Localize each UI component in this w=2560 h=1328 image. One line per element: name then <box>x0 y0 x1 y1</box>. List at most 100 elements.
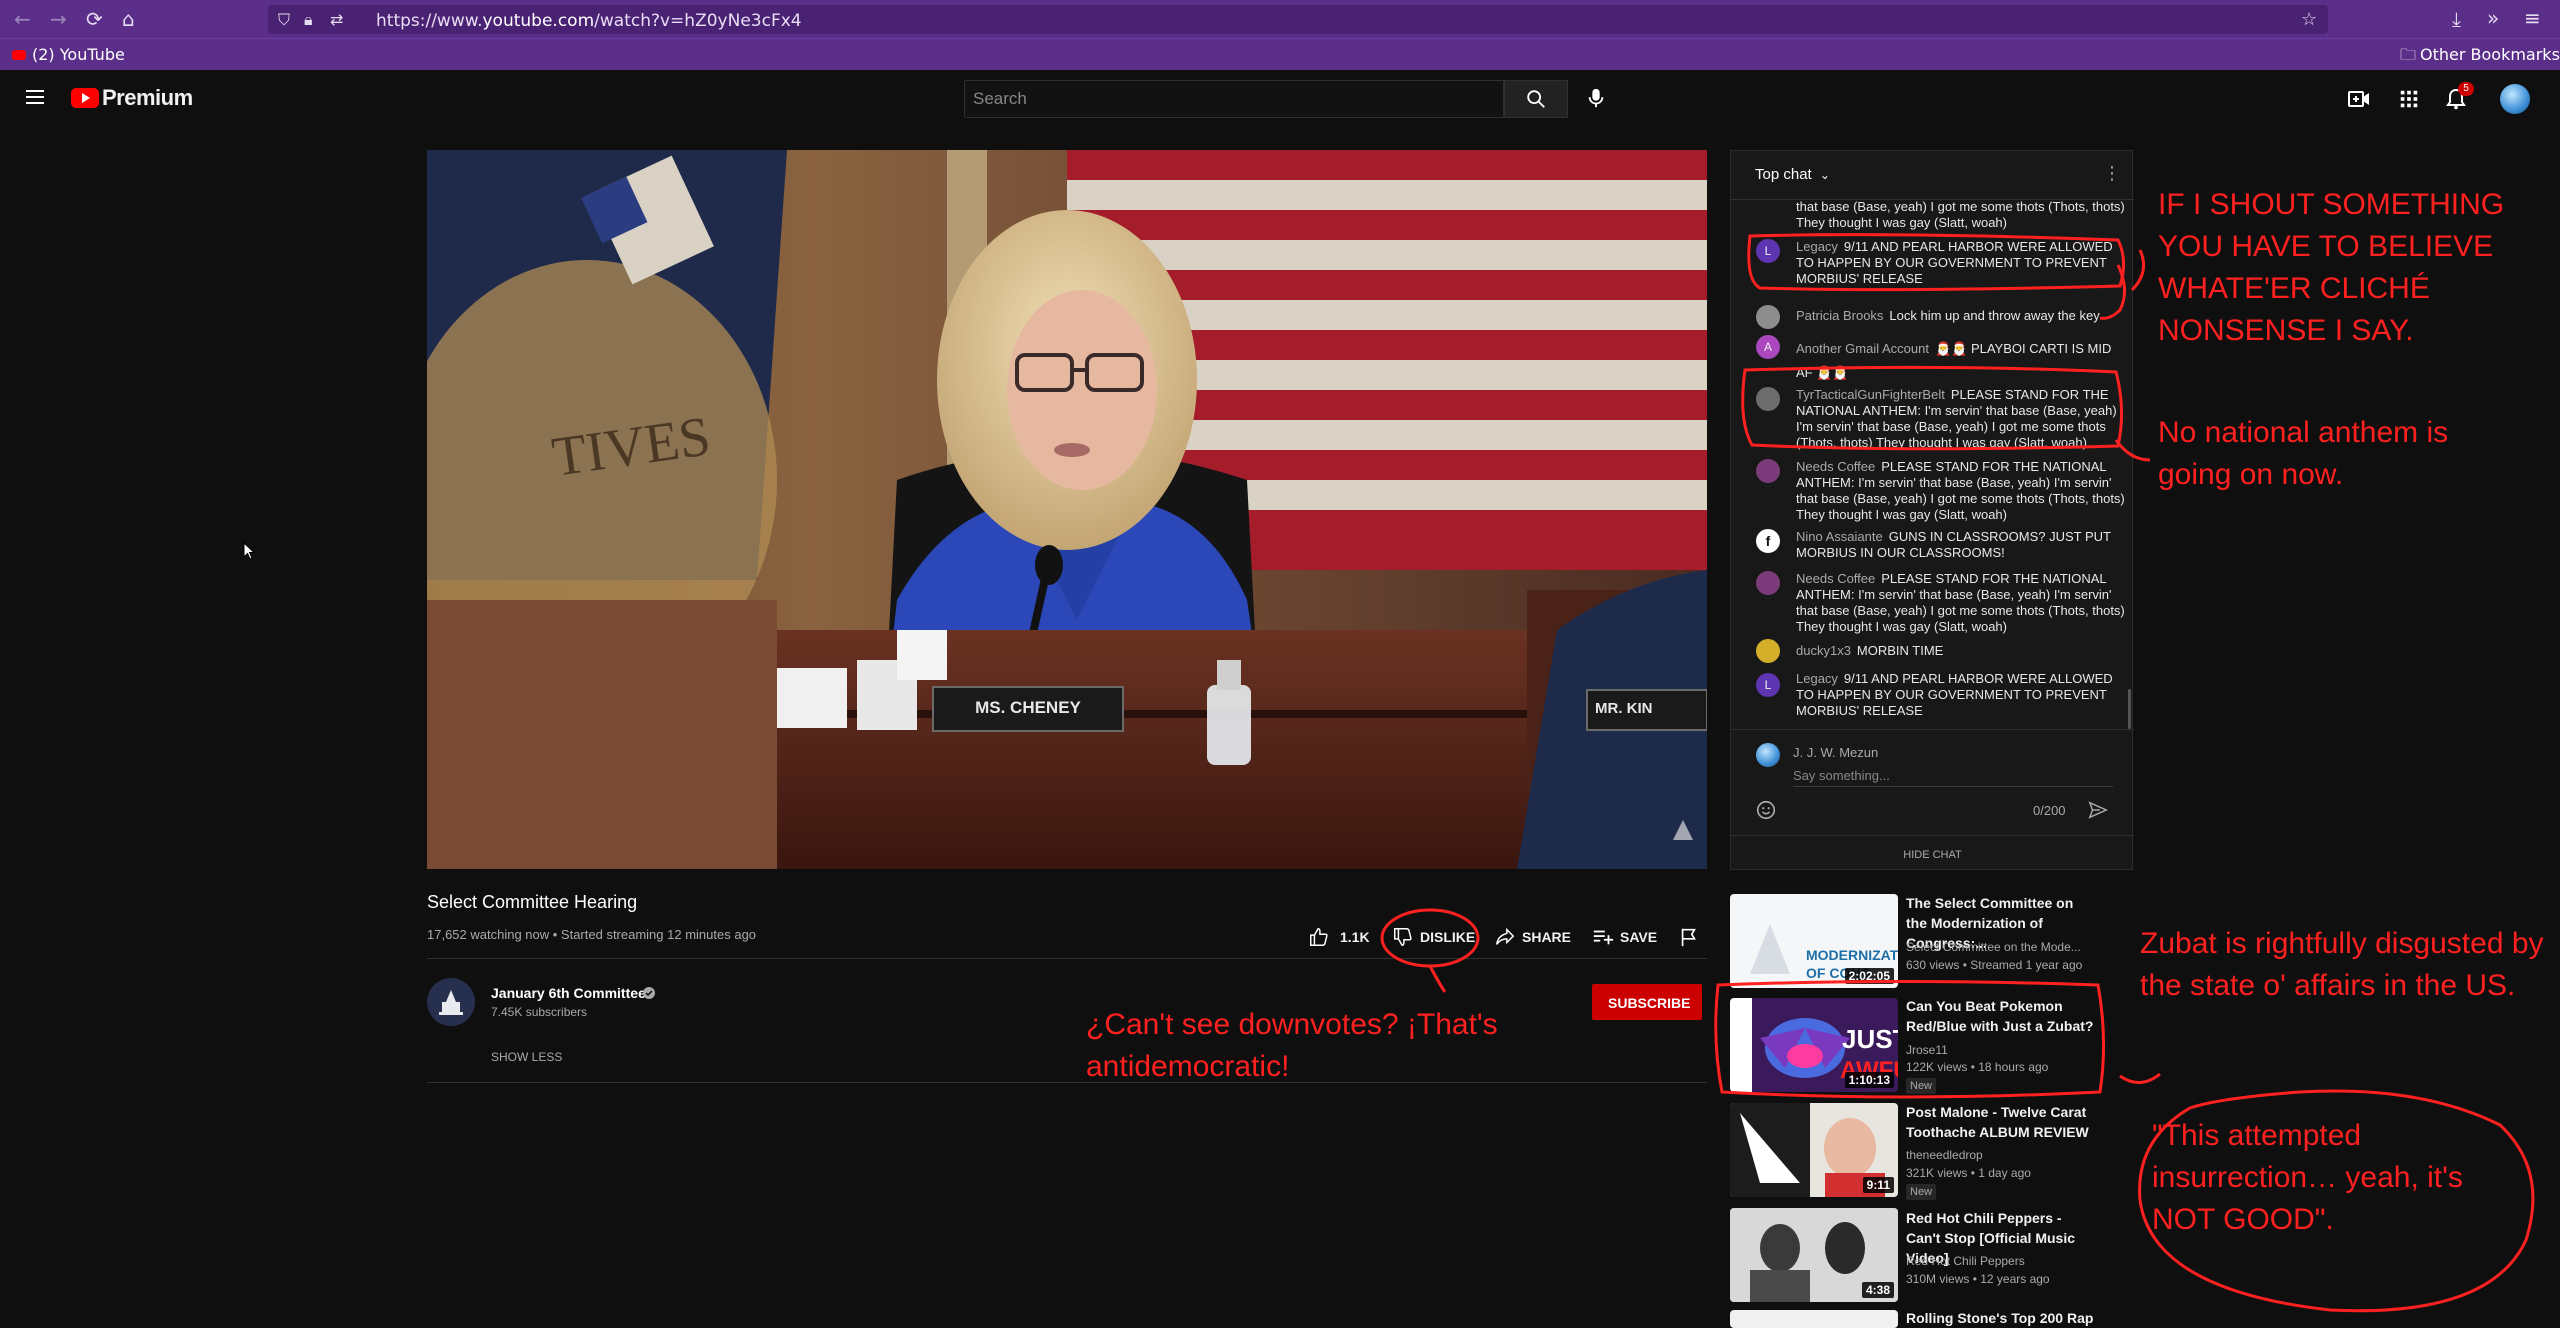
rec-title[interactable]: Rolling Stone's Top 200 Rap <box>1906 1308 2096 1328</box>
duration-badge: 4:38 <box>1861 1282 1894 1298</box>
live-chat-panel: Top chat ⌄ ⋮ that base (Base, yeah) I go… <box>1730 150 2134 870</box>
permissions-icon[interactable]: ⇄ <box>330 10 343 30</box>
nameplate-right: MR. KIN <box>1595 700 1653 717</box>
chat-avatar: A <box>1756 335 1780 359</box>
chat-scrollbar[interactable] <box>2128 689 2131 729</box>
chat-author[interactable]: Another Gmail Account <box>1796 341 1929 356</box>
browser-toolbar: ← → ⟳ ⌂ ⛉ 🔒︎ ⇄ https://www.youtube.com/w… <box>0 0 2560 38</box>
emoji-icon[interactable] <box>1755 799 1777 821</box>
chat-message: TyrTacticalGunFighterBelt PLEASE STAND FO… <box>1796 387 2126 451</box>
menu-icon[interactable]: ≡ <box>2524 8 2541 28</box>
chat-message: Legacy 9/11 AND PEARL HARBOR WERE ALLOWED… <box>1796 671 2126 719</box>
search-input[interactable] <box>973 81 1493 117</box>
reload-icon[interactable]: ⟳ <box>86 9 103 29</box>
url-bar[interactable]: ⛉ 🔒︎ ⇄ https://www.youtube.com/watch?v=h… <box>268 5 2328 34</box>
send-icon[interactable] <box>2087 799 2109 821</box>
rec-channel[interactable]: Jrose11 <box>1906 1043 1948 1057</box>
search-button[interactable] <box>1504 80 1568 118</box>
more-options-icon[interactable]: ⋮ <box>2103 163 2121 184</box>
annotation-anthem: No national anthem is going on now. <box>2158 416 2449 491</box>
chat-avatar: L <box>1756 239 1780 263</box>
chat-message-text: MORBIN TIME <box>1856 643 1944 658</box>
annotation-zubat: Zubat is rightfully disgusted by the sta… <box>2140 927 2544 1002</box>
show-less-button[interactable]: SHOW LESS <box>491 1050 562 1064</box>
back-icon[interactable]: ← <box>14 9 31 29</box>
share-button[interactable]: SHARE <box>1494 924 1584 950</box>
rec-title[interactable]: Can You Beat Pokemon Red/Blue with Just … <box>1906 996 2096 1036</box>
chat-author[interactable]: TyrTacticalGunFighterBelt <box>1796 387 1945 402</box>
chat-input-placeholder: Say something... <box>1793 768 1890 783</box>
dislike-button[interactable]: DISLIKE <box>1392 924 1482 950</box>
chat-author[interactable]: Needs Coffee <box>1796 571 1875 586</box>
save-button[interactable]: SAVE <box>1592 924 1672 950</box>
divider <box>1731 729 2134 730</box>
create-video-icon[interactable] <box>2347 87 2371 111</box>
divider <box>1731 835 2134 836</box>
apps-grid-icon[interactable] <box>2398 88 2420 110</box>
rec-title[interactable]: Post Malone - Twelve Carat Toothache ALB… <box>1906 1102 2096 1142</box>
youtube-logo-text[interactable]: Premium <box>102 85 193 111</box>
hamburger-menu-icon[interactable] <box>26 90 44 104</box>
channel-name[interactable]: January 6th Committee <box>491 985 646 1001</box>
duration-badge: 2:02:05 <box>1844 968 1894 984</box>
youtube-logo-icon[interactable] <box>71 88 99 108</box>
lock-icon[interactable]: 🔒︎ <box>304 10 313 30</box>
chat-author[interactable]: Nino Assaiante <box>1796 529 1883 544</box>
rec-thumbnail[interactable] <box>1730 1310 1898 1328</box>
rec-thumbnail[interactable]: MODERNIZATION OF CONG 2:02:05 <box>1730 894 1898 988</box>
chat-author[interactable]: Legacy <box>1796 239 1838 254</box>
new-badge: New <box>1906 1184 1937 1200</box>
home-icon[interactable]: ⌂ <box>122 9 135 29</box>
other-bookmarks[interactable]: Other Bookmarks <box>2420 45 2560 64</box>
url-text[interactable]: https://www.youtube.com/watch?v=hZ0yNe3c… <box>376 11 802 31</box>
chat-avatar <box>1756 571 1780 595</box>
chat-user-name: J. J. W. Mezun <box>1793 745 1879 760</box>
video-frame <box>427 150 1707 869</box>
subscribe-button[interactable]: SUBSCRIBE <box>1592 984 1702 1020</box>
subscriber-count: 7.45K subscribers <box>491 1005 588 1019</box>
account-avatar[interactable] <box>2500 84 2530 114</box>
downloads-icon[interactable]: ⤓ <box>2452 9 2461 29</box>
rec-channel[interactable]: Red Hot Chili Peppers <box>1906 1254 2025 1268</box>
chat-avatar <box>1756 639 1780 663</box>
chat-avatar <box>1756 387 1780 411</box>
bookmark-star-icon[interactable]: ☆ <box>2301 10 2317 30</box>
report-flag-icon[interactable] <box>1678 926 1700 948</box>
rec-channel[interactable]: theneedledrop <box>1906 1148 1983 1162</box>
channel-avatar[interactable] <box>427 978 475 1026</box>
divider <box>427 958 1707 959</box>
chat-author[interactable]: Needs Coffee <box>1796 459 1875 474</box>
new-badge: New <box>1906 1078 1937 1094</box>
chat-avatar <box>1756 459 1780 483</box>
shield-icon[interactable]: ⛉ <box>278 10 290 30</box>
chat-message: Another Gmail Account 🎅🎅 PLAYBOI CARTI IS… <box>1796 337 2126 385</box>
chat-message: ducky1x3 MORBIN TIME <box>1796 643 2126 659</box>
duration-badge: 1:10:13 <box>1844 1072 1894 1088</box>
search-box[interactable] <box>964 80 1504 118</box>
notification-badge: 5 <box>2458 82 2474 96</box>
rec-thumbnail[interactable]: 9:11 <box>1730 1103 1898 1197</box>
bookmark-youtube[interactable]: (2) YouTube <box>32 45 125 64</box>
microphone-icon[interactable] <box>1585 86 1607 110</box>
forward-icon[interactable]: → <box>50 9 67 29</box>
chat-mode-selector[interactable]: Top chat ⌄ <box>1755 166 1830 183</box>
chat-message: Needs Coffee PLEASE STAND FOR THE NATIONA… <box>1796 459 2126 523</box>
chat-message-text: Lock him up and throw away the key <box>1889 308 2100 323</box>
thumbs-up-icon <box>1310 928 1328 946</box>
video-title: Select Committee Hearing <box>427 892 638 912</box>
rec-thumbnail[interactable]: JUST AWFU 1:10:13 <box>1730 998 1898 1092</box>
thumbs-down-icon <box>1394 928 1412 946</box>
hide-chat-button[interactable]: HIDE CHAT <box>1731 849 2134 861</box>
overflow-icon[interactable]: » <box>2487 8 2499 28</box>
video-player[interactable]: TIVES MS. CHENEY MR. KIN <box>427 150 1707 869</box>
folder-icon: 🗀 <box>2400 45 2417 64</box>
annotation-downvotes: ¿Can't see downvotes? ¡That's antidemocr… <box>1086 1008 1498 1083</box>
video-meta: 17,652 watching now • Started streaming … <box>427 927 757 942</box>
chat-input[interactable]: Say something... <box>1793 765 2113 787</box>
chat-author[interactable]: ducky1x3 <box>1796 643 1851 658</box>
chat-author[interactable]: Patricia Brooks <box>1796 308 1883 323</box>
chat-author[interactable]: Legacy <box>1796 671 1838 686</box>
rec-thumbnail[interactable]: 4:38 <box>1730 1208 1898 1302</box>
chat-message-text: 9/11 AND PEARL HARBOR WERE ALLOWED TO HA… <box>1796 239 2113 286</box>
rec-channel[interactable]: Select Committee on the Mode... <box>1906 940 2081 954</box>
